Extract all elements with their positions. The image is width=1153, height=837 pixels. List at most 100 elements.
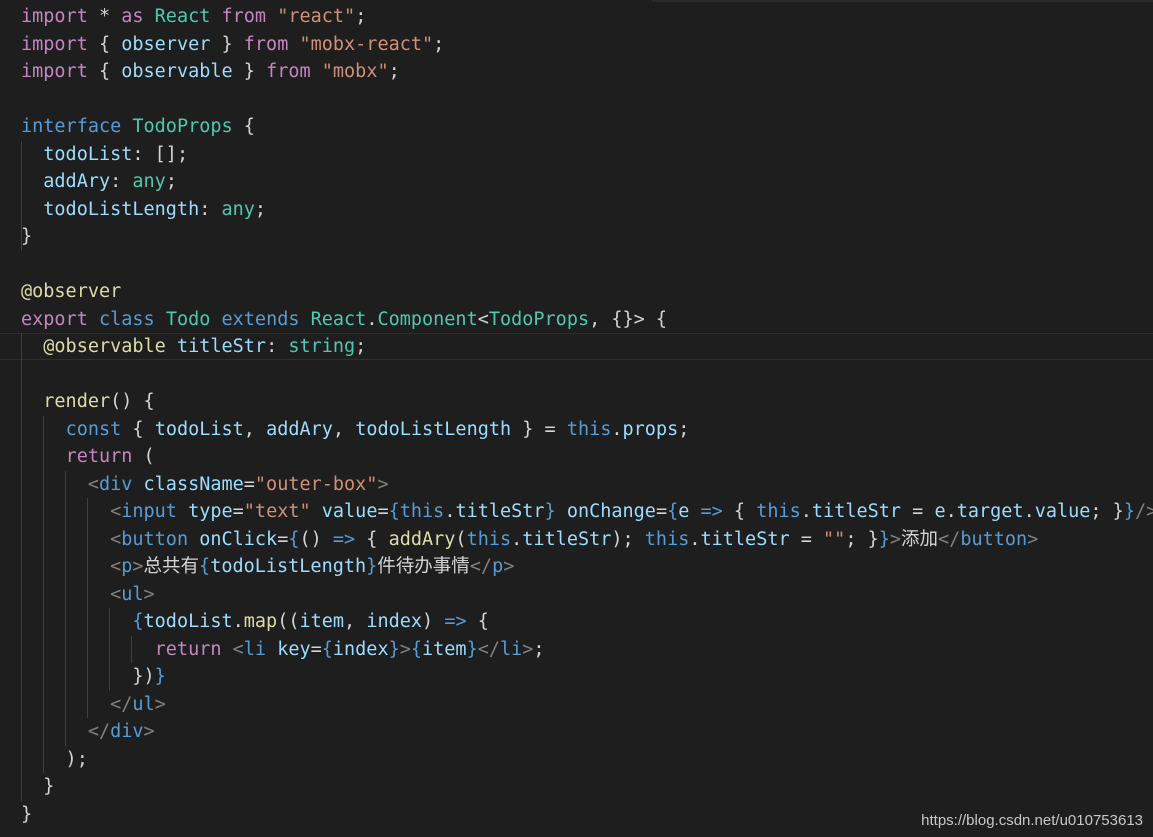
code-token: "react" [277,6,356,27]
code-line[interactable]: } [21,773,54,801]
code-token: } [544,501,556,522]
code-token: observer [121,33,211,55]
code-token: string [288,336,356,357]
code-token: titleStr [811,501,902,522]
code-token: { [410,638,423,660]
code-line[interactable]: <ul> [21,581,155,609]
code-token: ( [455,528,467,550]
code-token: from [243,33,289,55]
code-token: addAry [266,418,333,440]
code-token: this [399,501,445,522]
code-line[interactable]: <p>总共有{todoListLength}件待办事情</p> [21,553,514,581]
code-token: target [956,501,1024,522]
code-token: </ [87,721,111,742]
code-line[interactable]: @observer [21,278,121,306]
code-line[interactable]: </ul> [21,691,166,719]
code-line[interactable]: ); [21,746,88,774]
code-token: const [65,418,122,440]
code-line[interactable]: <input type="text" value={this.titleStr}… [21,498,1153,526]
code-token: , [332,418,356,440]
code-token: onClick [199,528,278,550]
code-token: { [132,611,144,632]
code-line[interactable]: } [21,801,32,829]
code-token: } = [511,418,567,440]
code-line[interactable]: return <li key={index}>{item}</li>; [21,636,545,664]
code-line[interactable]: render() { [21,388,155,416]
code-token: from [221,6,267,27]
code-token: TodoProps [488,308,590,330]
code-token: index [366,611,423,632]
code-line[interactable]: interface TodoProps { [21,113,255,141]
code-token: 件待办事情 [377,556,470,577]
code-line[interactable]: </div> [21,718,155,746]
code-token: 总共有 [143,556,200,577]
code-token: ; [533,638,545,660]
code-editor[interactable]: import * as React from "react"; import { … [0,0,1153,837]
code-token: return [65,446,133,467]
code-line[interactable]: todoListLength: any; [21,196,266,224]
code-token: < [110,528,122,550]
code-token: . [444,501,456,522]
code-token: => [332,528,356,550]
code-line[interactable]: } [21,223,32,251]
code-token: import [21,33,88,55]
code-token: } [232,61,267,82]
code-token: = [377,501,389,522]
code-token: { [321,638,333,660]
code-line[interactable]: addAry: any; [21,168,177,196]
code-token: </ [110,693,133,715]
code-token: map [243,611,278,632]
code-token: = [901,501,935,522]
code-line[interactable]: export class Todo extends React.Componen… [21,306,667,334]
code-token: "mobx" [321,61,389,82]
code-token: value [1034,501,1091,522]
code-token: , [344,611,367,632]
code-token: > [143,721,155,742]
code-line[interactable]: todoList: []; [21,141,188,169]
code-token: () [299,528,333,550]
code-token: ); [611,528,645,550]
code-line[interactable]: {todoList.map((item, index) => { [21,608,488,636]
code-token: key [277,638,311,660]
code-token: => [444,611,467,632]
code-token: } [210,33,244,55]
code-token: as [121,6,144,27]
code-token: li [500,638,523,660]
code-token: titleStr [700,528,790,550]
code-token: > [377,473,389,495]
code-token: () { [110,391,155,412]
code-line[interactable]: <div className="outer-box"> [21,471,389,499]
code-line[interactable]: return ( [21,443,155,471]
code-token: input [121,501,177,522]
code-token: titleStr [176,336,267,357]
code-line[interactable]: <button onClick={() => { addAry(this.tit… [21,526,1038,554]
code-token: } [388,638,400,660]
code-token: 添加 [901,528,939,550]
code-token: </ [938,528,961,550]
code-line[interactable]: @observable titleStr: string; [21,333,366,361]
code-line[interactable]: const { todoList, addAry, todoListLength… [21,416,690,444]
code-token: < [110,583,122,605]
code-token: Todo [165,308,211,330]
code-line[interactable]: import * as React from "react"; [21,3,366,31]
code-line[interactable]: import { observer } from "mobx-react"; [21,31,444,59]
code-line[interactable]: })} [21,663,165,691]
code-token: }) [21,666,155,687]
code-token: e [934,501,946,522]
code-token: > [399,638,411,660]
code-token: > [889,528,902,550]
code-token: > [503,556,515,577]
code-line[interactable]: import { observable } from "mobx"; [21,58,400,86]
code-token: { [667,501,679,522]
code-token: observable [121,61,233,82]
